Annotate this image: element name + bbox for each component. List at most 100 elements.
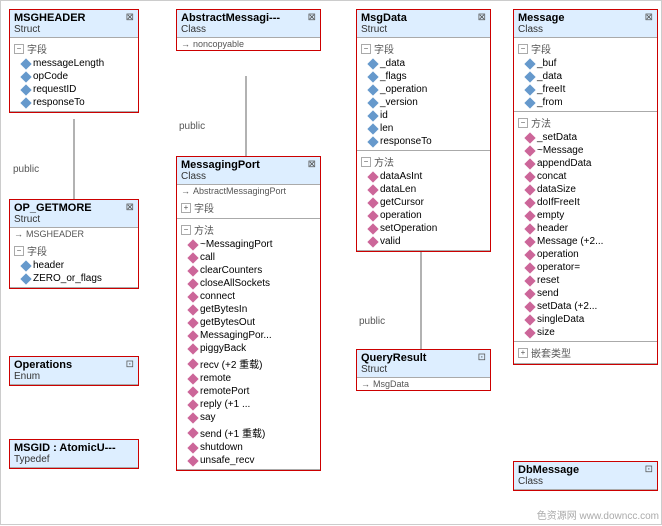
- messagingport-header: MessagingPort Class ⊠: [177, 157, 320, 185]
- parent-name: noncopyable: [193, 39, 244, 49]
- method-icon: [524, 314, 535, 325]
- dbmessage-expand-icon[interactable]: ⊡: [645, 464, 653, 475]
- method-icon: [187, 399, 198, 410]
- message-method-2: ~Message: [518, 144, 653, 157]
- operations-title: Operations: [14, 359, 72, 371]
- message-title: Message: [518, 12, 564, 24]
- queryresult-expand-icon[interactable]: ⊡: [478, 352, 486, 363]
- op-getmore-expand-icon[interactable]: ⊠: [126, 202, 134, 213]
- abstractmessaging-subtitle: Class: [181, 24, 280, 35]
- parent-name: MSGHEADER: [26, 229, 84, 239]
- msgheader-expand-icon[interactable]: ⊠: [126, 12, 134, 23]
- arrow-icon: →: [181, 39, 190, 49]
- messagingport-fields-header: + 字段: [181, 199, 316, 216]
- dbmessage-box: DbMessage Class ⊡: [513, 461, 658, 491]
- msgheader-fields-header: − 字段: [14, 40, 134, 57]
- field-icon: [20, 97, 31, 108]
- mp-method-10: recv (+2 重载): [181, 355, 316, 372]
- method-icon: [187, 386, 198, 397]
- message-nested-section: + 嵌套类型: [514, 342, 657, 364]
- messagingport-expand-icon[interactable]: ⊠: [308, 159, 316, 170]
- mp-method-7: getBytesOut: [181, 316, 316, 329]
- messagingport-box: MessagingPort Class ⊠ → AbstractMessagin…: [176, 156, 321, 471]
- method-icon: [187, 412, 198, 423]
- method-icon: [524, 132, 535, 143]
- messagingport-fields-toggle[interactable]: +: [181, 203, 191, 213]
- messagingport-methods-header: − 方法: [181, 221, 316, 238]
- msgdata-method-6: valid: [361, 235, 486, 248]
- message-methods-header: − 方法: [518, 114, 653, 131]
- message-methods-section: − 方法 _setData ~Message appendData concat…: [514, 112, 657, 342]
- field-name: responseTo: [33, 97, 85, 108]
- op-getmore-header: OP_GETMORE Struct ⊠: [10, 200, 138, 228]
- msgdata-expand-icon[interactable]: ⊠: [478, 12, 486, 23]
- method-icon: [187, 317, 198, 328]
- message-expand-icon[interactable]: ⊠: [645, 12, 653, 23]
- msgdata-subtitle: Struct: [361, 24, 407, 35]
- message-method-14: setData (+2...: [518, 300, 653, 313]
- message-fields-header: − 字段: [518, 40, 653, 57]
- msgheader-fields-toggle[interactable]: −: [14, 44, 24, 54]
- mp-method-12: remotePort: [181, 385, 316, 398]
- messagingport-fields-section: + 字段: [177, 197, 320, 219]
- method-icon: [524, 236, 535, 247]
- method-icon: [524, 275, 535, 286]
- message-header: Message Class ⊠: [514, 10, 657, 38]
- op-getmore-fields-toggle[interactable]: −: [14, 246, 24, 256]
- op-getmore-field-2: ZERO_or_flags: [14, 272, 134, 285]
- message-field-4: _from: [518, 96, 653, 109]
- msgdata-title: MsgData: [361, 12, 407, 24]
- queryresult-title: QueryResult: [361, 352, 426, 364]
- message-method-8: header: [518, 222, 653, 235]
- watermark: 色资源网 www.downcc.com: [537, 507, 659, 522]
- msgid-box: MSGID : AtomicU--- Typedef: [9, 439, 139, 469]
- method-icon: [367, 197, 378, 208]
- method-icon: [524, 249, 535, 260]
- message-subtitle: Class: [518, 24, 564, 35]
- op-getmore-field-1: header: [14, 259, 134, 272]
- field-icon: [20, 71, 31, 82]
- message-nested-toggle[interactable]: +: [518, 348, 528, 358]
- message-methods-toggle[interactable]: −: [518, 118, 528, 128]
- msgdata-field-6: len: [361, 122, 486, 135]
- message-method-5: dataSize: [518, 183, 653, 196]
- method-icon: [187, 427, 198, 438]
- field-icon: [524, 71, 535, 82]
- op-getmore-subtitle: Struct: [14, 214, 92, 225]
- msgheader-title: MSGHEADER: [14, 12, 86, 24]
- msgdata-fields-header: − 字段: [361, 40, 486, 57]
- method-icon: [187, 278, 198, 289]
- msgdata-fields-toggle[interactable]: −: [361, 44, 371, 54]
- operations-header: Operations Enum ⊡: [10, 357, 138, 385]
- op-getmore-box: OP_GETMORE Struct ⊠ → MSGHEADER − 字段 hea…: [9, 199, 139, 289]
- method-icon: [367, 184, 378, 195]
- msgheader-subtitle: Struct: [14, 24, 86, 35]
- msgheader-field-3: requestID: [14, 83, 134, 96]
- parent-name: AbstractMessagingPort: [193, 186, 286, 196]
- msgdata-fields-label: 字段: [374, 41, 394, 56]
- message-method-7: empty: [518, 209, 653, 222]
- dbmessage-subtitle: Class: [518, 476, 579, 487]
- field-icon: [367, 123, 378, 134]
- abstractmessaging-expand-icon[interactable]: ⊠: [308, 12, 316, 23]
- msgdata-methods-header: − 方法: [361, 153, 486, 170]
- message-method-4: concat: [518, 170, 653, 183]
- messagingport-subtitle: Class: [181, 171, 260, 182]
- message-nested-header: + 嵌套类型: [518, 344, 653, 361]
- msgdata-methods-section: − 方法 dataAsInt dataLen getCursor operati…: [357, 151, 490, 251]
- mp-method-17: unsafe_recv: [181, 454, 316, 467]
- msgdata-methods-toggle[interactable]: −: [361, 157, 371, 167]
- queryresult-header: QueryResult Struct ⊡: [357, 350, 490, 378]
- message-fields-toggle[interactable]: −: [518, 44, 528, 54]
- mp-method-5: connect: [181, 290, 316, 303]
- messagingport-methods-toggle[interactable]: −: [181, 225, 191, 235]
- method-icon: [187, 373, 198, 384]
- operations-expand-icon[interactable]: ⊡: [126, 359, 134, 370]
- method-icon: [524, 197, 535, 208]
- method-icon: [187, 358, 198, 369]
- operations-subtitle: Enum: [14, 371, 72, 382]
- message-method-9: Message (+2...: [518, 235, 653, 248]
- queryresult-parent: → MsgData: [357, 378, 490, 390]
- msgdata-header: MsgData Struct ⊠: [357, 10, 490, 38]
- field-name: messageLength: [33, 58, 104, 69]
